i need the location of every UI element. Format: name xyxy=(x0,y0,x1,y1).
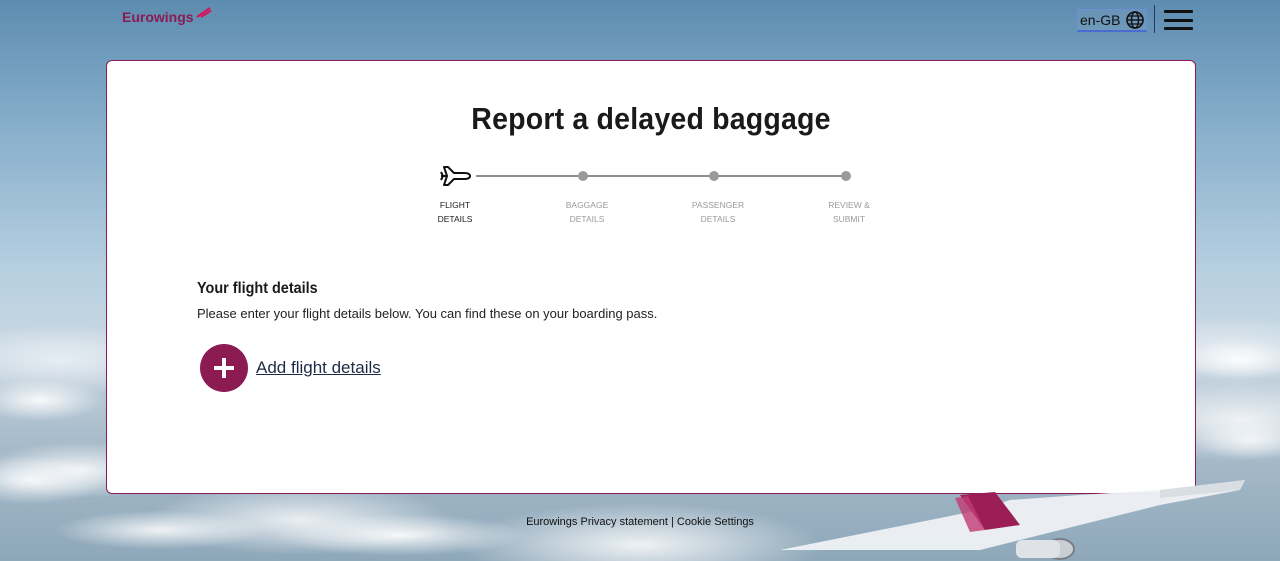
step-dot-review xyxy=(841,171,851,181)
footer: Eurowings Privacy statement | Cookie Set… xyxy=(0,516,1280,528)
step-dot-baggage xyxy=(578,171,588,181)
hamburger-menu-icon[interactable] xyxy=(1164,10,1193,30)
language-label: en-GB xyxy=(1080,12,1121,28)
logo-wings-icon xyxy=(195,7,212,18)
footer-separator: | xyxy=(667,516,677,528)
section-title: Your flight details xyxy=(197,280,318,297)
eurowings-logo[interactable]: Eurowings xyxy=(122,7,212,25)
add-flight-details-link[interactable]: Add flight details xyxy=(256,358,381,378)
airplane-icon xyxy=(440,166,471,186)
step-label-flight: FLIGHT DETAILS xyxy=(437,200,473,224)
plus-icon[interactable] xyxy=(200,344,248,392)
step-label-review: REVIEW & SUBMIT xyxy=(828,200,870,224)
step-label-passenger: PASSENGER DETAILS xyxy=(691,200,745,224)
report-card: Report a delayed baggage FLIGHT DETAILS B… xyxy=(106,60,1196,494)
step-dot-passenger xyxy=(709,171,719,181)
add-flight-details-button[interactable]: Add flight details xyxy=(200,344,381,392)
progress-stepper: FLIGHT DETAILS BAGGAGE DETAILS PASSENGER DE… xyxy=(107,61,1195,241)
section-description: Please enter your flight details below. … xyxy=(197,306,658,321)
globe-icon xyxy=(1126,11,1145,29)
privacy-statement-link[interactable]: Eurowings Privacy statement xyxy=(526,516,668,528)
step-label-baggage: BAGGAGE DETAILS xyxy=(565,200,609,224)
stepper-line xyxy=(476,175,846,177)
cookie-settings-link[interactable]: Cookie Settings xyxy=(677,516,754,528)
header-divider xyxy=(1154,5,1155,33)
language-selector[interactable]: en-GB xyxy=(1077,9,1148,32)
logo-text: Eurowings xyxy=(122,9,194,25)
